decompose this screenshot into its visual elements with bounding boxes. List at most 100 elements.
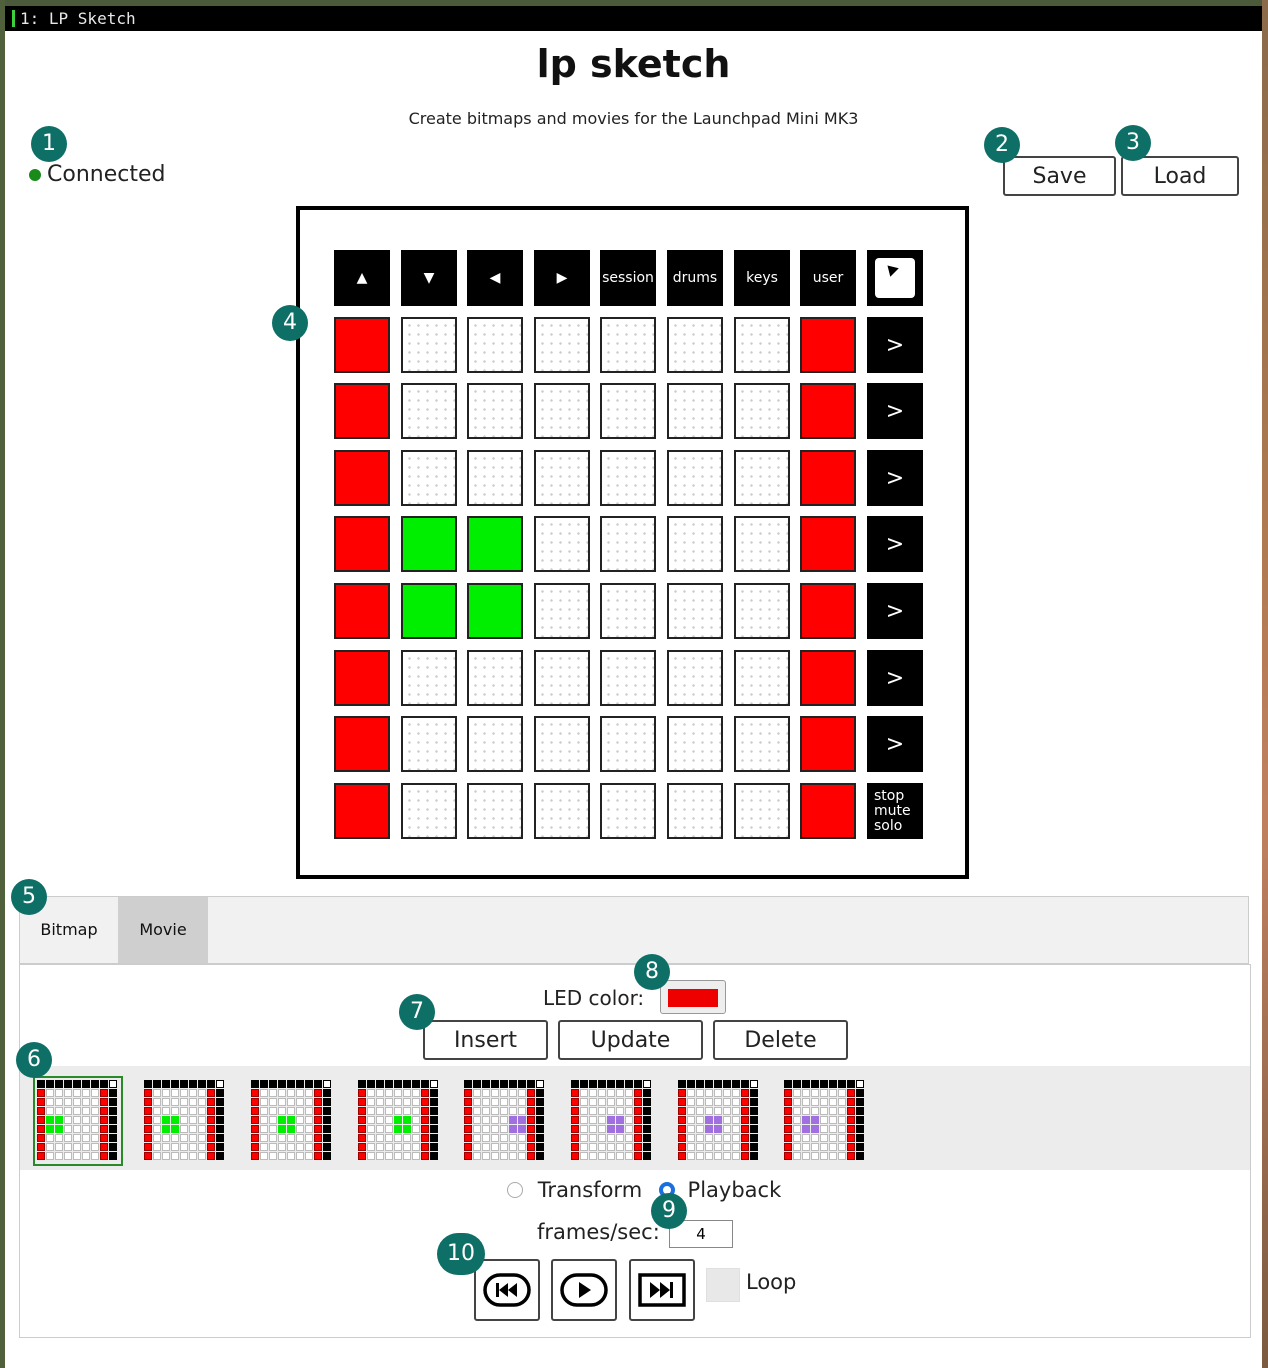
- pad-cell[interactable]: [467, 450, 523, 506]
- pad-cell[interactable]: [800, 783, 856, 839]
- save-button[interactable]: Save: [1003, 156, 1116, 196]
- pad-cell[interactable]: [334, 516, 390, 572]
- pad-cell[interactable]: [667, 317, 723, 373]
- top-button[interactable]: ▼: [401, 250, 457, 306]
- pad-cell[interactable]: [534, 583, 590, 639]
- pad-cell[interactable]: [401, 516, 457, 572]
- pad-cell[interactable]: [467, 317, 523, 373]
- pad-cell[interactable]: [334, 383, 390, 439]
- pad-cell[interactable]: [467, 383, 523, 439]
- pad-cell[interactable]: [467, 783, 523, 839]
- pad-cell[interactable]: [667, 450, 723, 506]
- pad-cell[interactable]: [667, 516, 723, 572]
- rewind-button[interactable]: [474, 1259, 540, 1321]
- pad-cell[interactable]: [534, 450, 590, 506]
- pad-cell[interactable]: [401, 383, 457, 439]
- scene-launch-button[interactable]: >: [867, 583, 923, 639]
- scene-launch-button[interactable]: >: [867, 716, 923, 772]
- pad-cell[interactable]: [334, 716, 390, 772]
- scene-launch-button[interactable]: >: [867, 383, 923, 439]
- pad-cell[interactable]: [800, 317, 856, 373]
- pad-cell[interactable]: [600, 716, 656, 772]
- pad-cell[interactable]: [667, 583, 723, 639]
- pad-cell[interactable]: [467, 516, 523, 572]
- pad-cell[interactable]: [667, 783, 723, 839]
- top-button[interactable]: ▲: [334, 250, 390, 306]
- pad-cell[interactable]: [800, 650, 856, 706]
- frame-thumbnail[interactable]: [462, 1078, 548, 1164]
- pad-cell[interactable]: [667, 716, 723, 772]
- pad-cell[interactable]: [734, 450, 790, 506]
- frame-thumbnail[interactable]: [676, 1078, 762, 1164]
- pad-cell[interactable]: [600, 783, 656, 839]
- frame-thumbnail[interactable]: [33, 1076, 123, 1166]
- pad-cell[interactable]: [401, 450, 457, 506]
- pad-cell[interactable]: [401, 716, 457, 772]
- pad-cell[interactable]: [800, 383, 856, 439]
- pad-cell[interactable]: [800, 583, 856, 639]
- pad-cell[interactable]: [334, 450, 390, 506]
- pad-cell[interactable]: [401, 783, 457, 839]
- play-button[interactable]: [551, 1259, 617, 1321]
- pad-cell[interactable]: [534, 783, 590, 839]
- fast-forward-button[interactable]: [629, 1259, 695, 1321]
- transform-radio[interactable]: [507, 1182, 523, 1198]
- pad-cell[interactable]: [600, 516, 656, 572]
- frame-thumbnail[interactable]: [356, 1078, 442, 1164]
- top-button[interactable]: user: [800, 250, 856, 306]
- pad-cell[interactable]: [734, 783, 790, 839]
- scene-launch-button[interactable]: >: [867, 317, 923, 373]
- pad-cell[interactable]: [600, 383, 656, 439]
- pad-cell[interactable]: [734, 650, 790, 706]
- frame-thumbnail[interactable]: [782, 1078, 868, 1164]
- pad-cell[interactable]: [401, 650, 457, 706]
- pad-cell[interactable]: [800, 516, 856, 572]
- pad-cell[interactable]: [401, 583, 457, 639]
- pad-cell[interactable]: [334, 650, 390, 706]
- frame-thumbnail[interactable]: [569, 1078, 655, 1164]
- pad-cell[interactable]: [800, 450, 856, 506]
- pad-cell[interactable]: [667, 383, 723, 439]
- pad-cell[interactable]: [734, 716, 790, 772]
- tab-movie[interactable]: Movie: [118, 897, 208, 963]
- pad-cell[interactable]: [534, 516, 590, 572]
- pad-cell[interactable]: [534, 650, 590, 706]
- top-button[interactable]: ◀: [467, 250, 523, 306]
- top-button[interactable]: session: [600, 250, 656, 306]
- pad-cell[interactable]: [334, 783, 390, 839]
- loop-checkbox[interactable]: [706, 1268, 740, 1302]
- pad-cell[interactable]: [734, 516, 790, 572]
- scene-launch-button[interactable]: >: [867, 650, 923, 706]
- pad-cell[interactable]: [600, 450, 656, 506]
- pad-cell[interactable]: [734, 583, 790, 639]
- insert-button[interactable]: Insert: [423, 1020, 548, 1060]
- pad-cell[interactable]: [600, 583, 656, 639]
- delete-button[interactable]: Delete: [713, 1020, 848, 1060]
- pad-cell[interactable]: [734, 383, 790, 439]
- scene-launch-button[interactable]: >: [867, 516, 923, 572]
- load-button[interactable]: Load: [1121, 156, 1239, 196]
- pad-cell[interactable]: [401, 317, 457, 373]
- top-button[interactable]: drums: [667, 250, 723, 306]
- stop-mute-solo-button[interactable]: stop mute solo: [867, 783, 923, 839]
- pad-cell[interactable]: [534, 317, 590, 373]
- frame-thumbnail[interactable]: [249, 1078, 335, 1164]
- top-button[interactable]: ▶: [534, 250, 590, 306]
- pad-cell[interactable]: [667, 650, 723, 706]
- pad-cell[interactable]: [334, 583, 390, 639]
- pad-cell[interactable]: [534, 383, 590, 439]
- pad-cell[interactable]: [467, 716, 523, 772]
- frame-thumbnail[interactable]: [142, 1078, 228, 1164]
- top-button[interactable]: keys: [734, 250, 790, 306]
- pad-cell[interactable]: [600, 317, 656, 373]
- update-button[interactable]: Update: [558, 1020, 703, 1060]
- pad-cell[interactable]: [800, 716, 856, 772]
- pad-cell[interactable]: [334, 317, 390, 373]
- pad-cell[interactable]: [600, 650, 656, 706]
- led-color-picker[interactable]: [660, 980, 726, 1014]
- pad-cell[interactable]: [734, 317, 790, 373]
- pad-cell[interactable]: [534, 716, 590, 772]
- pad-cell[interactable]: [467, 650, 523, 706]
- scene-launch-button[interactable]: >: [867, 450, 923, 506]
- pad-cell[interactable]: [467, 583, 523, 639]
